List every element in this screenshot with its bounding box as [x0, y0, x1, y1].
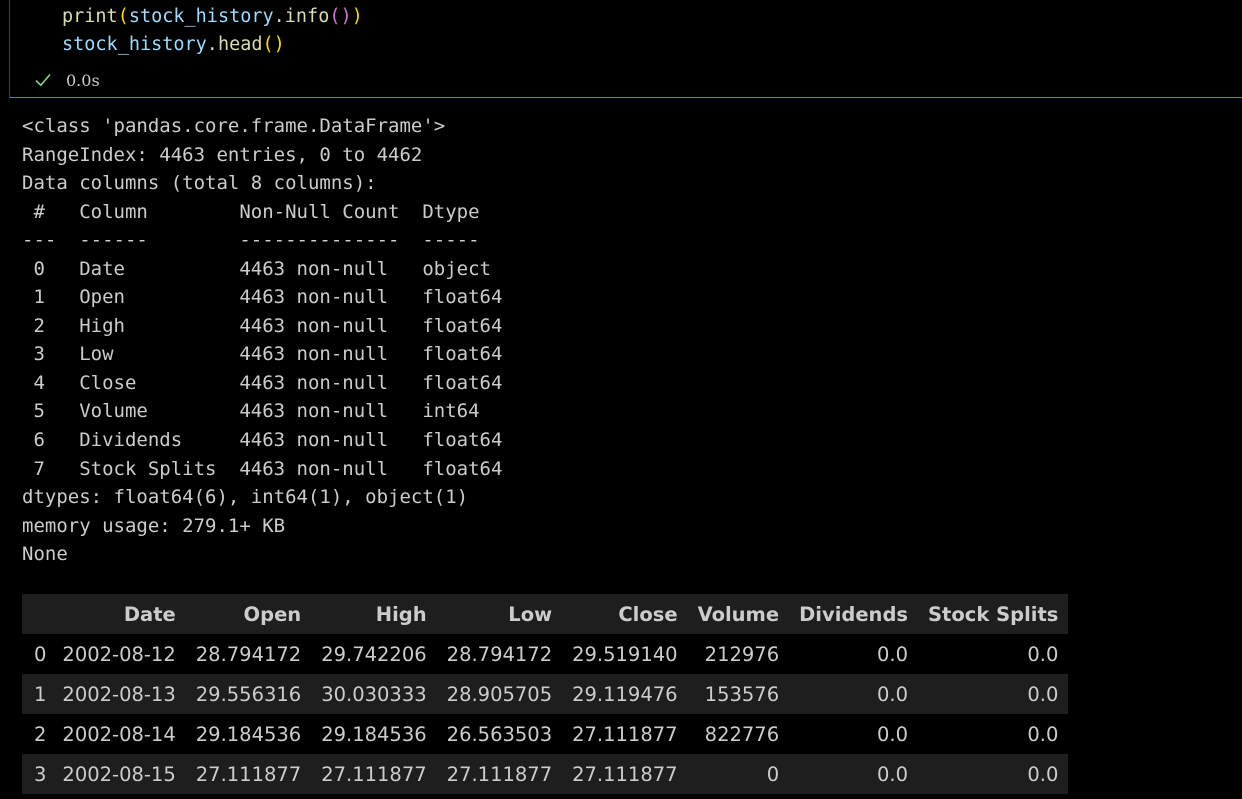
- table-cell: 153576: [687, 674, 790, 714]
- output-line: 5 Volume 4463 non-null int64: [22, 400, 503, 423]
- row-index: 0: [22, 634, 53, 674]
- code-token: (: [117, 6, 129, 27]
- code-token: print: [62, 6, 118, 27]
- column-header: Open: [185, 594, 312, 634]
- column-header: Low: [436, 594, 563, 634]
- row-index: 1: [22, 674, 53, 714]
- table-cell: 0.0: [918, 714, 1069, 754]
- column-header: Dividends: [789, 594, 919, 634]
- output-line: --- ------ -------------- -----: [22, 229, 503, 252]
- table-cell: 0.0: [918, 634, 1069, 674]
- output-line: 7 Stock Splits 4463 non-null float64: [22, 457, 503, 480]
- index-header: [22, 594, 53, 634]
- text-output: <class 'pandas.core.frame.DataFrame'> Ran…: [22, 112, 502, 569]
- table-cell: 27.111877: [562, 714, 688, 754]
- table-cell: 0.0: [789, 754, 919, 794]
- table-cell: 0.0: [918, 674, 1069, 714]
- check-icon: [35, 73, 51, 87]
- table-cell: 27.111877: [185, 754, 312, 794]
- table-cell: 27.111877: [562, 754, 688, 794]
- table-row: 1 2002-08-13 29.556316 30.030333 28.905705 29…: [22, 674, 1069, 714]
- output-line: # Column Non-Null Count Dtype: [22, 200, 503, 223]
- table-cell: 0.0: [789, 674, 919, 714]
- code-token: head: [217, 34, 263, 55]
- table-cell: 2002-08-14: [52, 714, 186, 754]
- code-token: info: [284, 6, 330, 27]
- table-cell: 30.030333: [311, 674, 437, 714]
- table-cell: 2002-08-12: [52, 634, 186, 674]
- output-line: None: [22, 543, 68, 566]
- output-line: 2 High 4463 non-null float64: [22, 314, 503, 337]
- row-index: 2: [22, 714, 53, 754]
- table-cell: 26.563503: [436, 714, 563, 754]
- code-line[interactable]: stock_history.head(): [62, 31, 285, 59]
- column-header: Date: [52, 594, 186, 634]
- code-token: .: [273, 6, 285, 27]
- output-line: 6 Dividends 4463 non-null float64: [22, 429, 503, 452]
- table-cell: 28.794172: [436, 634, 563, 674]
- table-cell: 29.742206: [311, 634, 437, 674]
- output-line: dtypes: float64(6), int64(1), object(1): [22, 486, 469, 509]
- dataframe-table: Date Open High Low Close Volume Dividends Stock…: [22, 594, 1069, 794]
- table-cell: 29.556316: [185, 674, 312, 714]
- code-line[interactable]: print(stock_history.info()): [62, 3, 363, 31]
- table-cell: 212976: [687, 634, 790, 674]
- column-header: Volume: [687, 594, 790, 634]
- table-row: 0 2002-08-12 28.794172 29.742206 28.794172 29…: [22, 634, 1069, 674]
- output-line: 0 Date 4463 non-null object: [22, 257, 503, 280]
- table-cell: 29.184536: [185, 714, 312, 754]
- execution-time: 0.0s: [66, 70, 100, 90]
- output-line: 4 Close 4463 non-null float64: [22, 371, 503, 394]
- code-token: ): [351, 6, 363, 27]
- output-line: RangeIndex: 4463 entries, 0 to 4462: [22, 143, 423, 166]
- table-cell: 27.111877: [436, 754, 563, 794]
- output-line: Data columns (total 8 columns):: [22, 172, 377, 195]
- table-cell: 2002-08-15: [52, 754, 186, 794]
- code-token: stock_history: [128, 6, 274, 27]
- table-cell: 0: [687, 754, 790, 794]
- column-header: High: [311, 594, 437, 634]
- output-line: 3 Low 4463 non-null float64: [22, 343, 503, 366]
- output-line: <class 'pandas.core.frame.DataFrame'>: [22, 115, 446, 137]
- code-token: stock_history: [62, 34, 207, 55]
- table-row: 2 2002-08-14 29.184536 29.184536 26.563503 27…: [22, 714, 1069, 754]
- table-cell: 28.905705: [436, 674, 563, 714]
- code-token: (): [262, 34, 285, 55]
- table-row: 3 2002-08-15 27.111877 27.111877 27.111877 27…: [22, 754, 1069, 794]
- table-cell: 29.119476: [562, 674, 688, 714]
- table-cell: 28.794172: [185, 634, 312, 674]
- execution-status: 0.0s: [34, 68, 100, 92]
- table-cell: 27.111877: [311, 754, 437, 794]
- table-header-row: Date Open High Low Close Volume Dividends Stock…: [22, 594, 1069, 634]
- code-cell[interactable]: print(stock_history.info()) stock_histor…: [9, 0, 1242, 98]
- output-line: 1 Open 4463 non-null float64: [22, 286, 503, 309]
- output-line: memory usage: 279.1+ KB: [22, 514, 286, 537]
- column-header: Stock Splits: [918, 594, 1069, 634]
- table-cell: 822776: [687, 714, 790, 754]
- table-cell: 0.0: [789, 714, 919, 754]
- code-token: .: [206, 34, 218, 55]
- table-cell: 2002-08-13: [52, 674, 186, 714]
- table-cell: 29.519140: [562, 634, 688, 674]
- table-cell: 0.0: [918, 754, 1069, 794]
- table-cell: 0.0: [789, 634, 919, 674]
- row-index: 3: [22, 754, 53, 794]
- table-cell: 29.184536: [311, 714, 437, 754]
- column-header: Close: [562, 594, 688, 634]
- code-token: (): [329, 6, 352, 27]
